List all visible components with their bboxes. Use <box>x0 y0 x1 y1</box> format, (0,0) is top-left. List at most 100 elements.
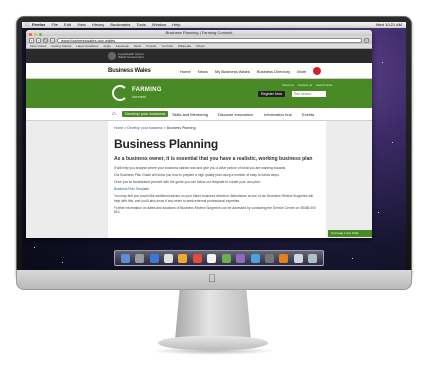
menu-tools[interactable]: Tools <box>136 22 145 27</box>
breadcrumb-current: Business Planning <box>166 126 196 130</box>
star <box>352 258 353 259</box>
menubar-clock[interactable]: Wed 10:21 AM <box>376 22 402 28</box>
star <box>378 212 379 213</box>
farming-connect-banner: FARMING connect About us Contact us Usef… <box>26 79 372 108</box>
breadcrumb-develop[interactable]: Develop your business <box>127 126 162 130</box>
nav-events[interactable]: Events <box>302 112 314 117</box>
contact-us-link[interactable]: Contact us <box>298 83 312 87</box>
site-header: Business Wales Home News My Business Wal… <box>26 63 372 79</box>
bookmark-item[interactable]: Apple <box>103 44 111 48</box>
welsh-dragon-icon[interactable] <box>313 66 321 75</box>
site-search-input[interactable]: Site search <box>292 91 326 97</box>
paragraph: Our Business Plan Guide will show you ho… <box>114 173 280 177</box>
screen:  Firefox File Edit View History Bookmar… <box>22 22 406 270</box>
documents-stack-icon[interactable] <box>293 254 303 263</box>
nav-discover-innovation[interactable]: Discover innovation <box>218 112 253 117</box>
zoom-window-icon[interactable] <box>39 32 43 36</box>
gov-text-english: Welsh Government <box>118 55 144 59</box>
paragraph: Once you've familiarised yourself with t… <box>114 180 261 184</box>
nav-information-hub[interactable]: Information hub <box>264 112 292 117</box>
calendar-icon[interactable] <box>192 254 202 263</box>
top-nav-more[interactable]: More <box>297 69 306 74</box>
menu-file[interactable]: File <box>51 22 57 27</box>
bookmark-item[interactable]: News <box>134 44 142 48</box>
home-button[interactable]: ⌂ <box>50 37 55 43</box>
register-now-button[interactable]: Register Now <box>258 91 286 97</box>
star <box>392 142 393 143</box>
farming-connect-title[interactable]: FARMING <box>132 87 162 93</box>
useful-links-link[interactable]: Useful Links <box>316 83 332 87</box>
top-nav-news[interactable]: News <box>198 69 208 74</box>
apple-logo-icon:  <box>207 274 217 285</box>
bookmark-item[interactable]: YouTube <box>161 44 173 48</box>
nav-develop-your-business[interactable]: Develop your business <box>122 111 169 117</box>
apple-menu-icon[interactable]:  <box>25 22 29 28</box>
star <box>62 262 63 263</box>
finder-icon[interactable] <box>120 254 130 263</box>
bookmark-item[interactable]: Facebook <box>116 44 129 48</box>
back-button[interactable]: ‹ <box>29 37 34 43</box>
bookmark-item[interactable]: Yahoo! <box>196 44 205 48</box>
menu-edit[interactable]: Edit <box>64 22 71 27</box>
menu-bookmarks[interactable]: Bookmarks <box>110 22 130 27</box>
mail-icon[interactable] <box>163 254 173 263</box>
bookmark-item[interactable]: Latest Headlines <box>76 44 98 48</box>
close-window-icon[interactable] <box>29 32 32 36</box>
breadcrumb-home[interactable]: Home <box>114 126 123 130</box>
menu-help[interactable]: Help <box>172 22 180 27</box>
window-titlebar[interactable]: Business Planning | Farming Connect <box>26 30 372 36</box>
header-links: About us Contact us Useful Links <box>282 83 335 87</box>
app-icon[interactable] <box>221 254 231 263</box>
gov-text: Llywodraeth Cymru Welsh Government <box>118 53 144 59</box>
search-icon[interactable]: ⚲ <box>364 37 369 43</box>
menu-view[interactable]: View <box>77 22 86 27</box>
itunes-icon[interactable] <box>236 254 246 263</box>
top-nav-my-business-wales[interactable]: My Business Wales <box>215 69 250 74</box>
page-title: Business Planning <box>114 137 218 151</box>
business-plan-template-link[interactable]: Business Plan Template <box>114 187 320 192</box>
url-bar[interactable]: www.businesswales.gov.wales <box>57 37 362 43</box>
breadcrumb: Home > Develop your business > Business … <box>114 126 196 130</box>
web-page: Llywodraeth Cymru Welsh Government Busin… <box>26 49 372 238</box>
browser-toolbar: ‹ › ↻ ⌂ www.businesswales.gov.wales ⚲ <box>26 36 372 44</box>
bookmark-item[interactable]: Wikipedia <box>178 44 191 48</box>
window-controls <box>29 32 43 38</box>
minimize-window-icon[interactable] <box>34 32 38 36</box>
home-icon[interactable]: ⌂ <box>112 111 116 117</box>
app-store-icon[interactable] <box>250 254 260 263</box>
firefox-icon[interactable] <box>279 254 289 263</box>
welsh-gov-crest-icon <box>108 52 116 60</box>
trash-icon[interactable] <box>308 254 318 263</box>
gov-strip: Llywodraeth Cymru Welsh Government <box>26 49 372 63</box>
forward-button[interactable]: › <box>36 37 41 43</box>
paragraph: It will help you analyse where your busi… <box>114 166 287 170</box>
farming-connect-subtitle: connect <box>132 94 147 99</box>
top-nav: Home News My Business Wales Business Dir… <box>180 69 312 74</box>
notes-icon[interactable] <box>207 254 217 263</box>
paragraph: You may feel you would like additional a… <box>114 194 313 203</box>
star <box>34 247 35 248</box>
paragraph: Further information on dates and locatio… <box>114 205 316 215</box>
bookmark-item[interactable]: Popular <box>146 44 156 48</box>
top-nav-home[interactable]: Home <box>180 69 191 74</box>
main-content: Home > Develop your business > Business … <box>108 121 326 238</box>
system-app-icon[interactable] <box>135 254 145 263</box>
menu-history[interactable]: History <box>92 22 104 27</box>
menubar-menus: Firefox File Edit View History Bookmarks… <box>32 22 186 28</box>
bookmark-item[interactable]: Getting Started <box>51 44 71 48</box>
farming-connect-logo-icon[interactable] <box>112 85 128 101</box>
menu-window[interactable]: Window <box>152 22 166 27</box>
contacts-icon[interactable] <box>178 254 188 263</box>
top-nav-business-directory[interactable]: Business Directory <box>257 69 290 74</box>
monitor-stand-foot <box>158 336 268 350</box>
nav-skills-and-mentoring[interactable]: Skills and Mentoring <box>172 112 208 117</box>
menu-firefox[interactable]: Firefox <box>32 22 45 27</box>
bookmark-item[interactable]: Most Visited <box>30 44 46 48</box>
system-preferences-icon[interactable] <box>264 254 274 263</box>
safari-icon[interactable] <box>149 254 159 263</box>
business-wales-logo[interactable]: Business Wales <box>108 68 151 74</box>
star <box>382 62 383 63</box>
reload-button[interactable]: ↻ <box>43 37 48 43</box>
about-us-link[interactable]: About us <box>282 83 294 87</box>
live-chat-bar[interactable]: Cymraeg | Live Chat <box>328 230 372 237</box>
